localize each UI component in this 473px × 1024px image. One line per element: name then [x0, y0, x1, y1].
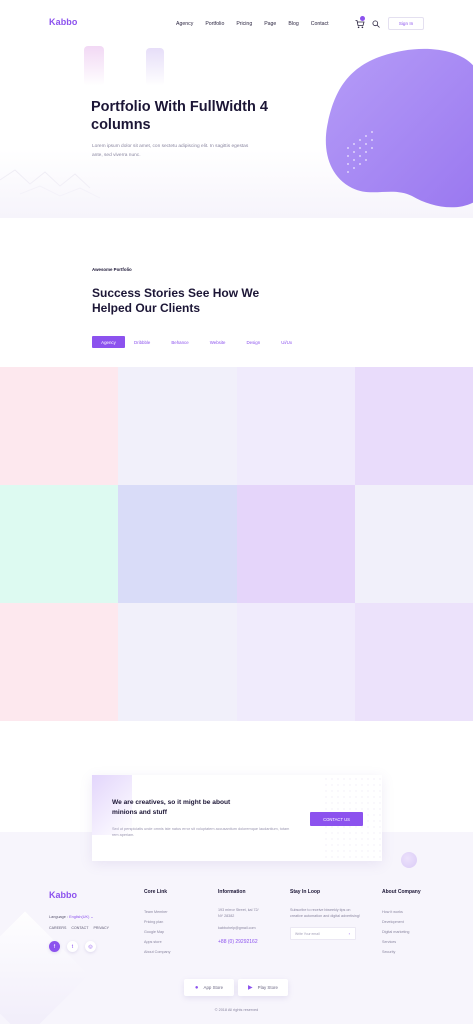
portfolio-item[interactable]	[0, 367, 118, 485]
play-icon: ▶	[248, 985, 253, 991]
filter-agency[interactable]: Agency	[92, 336, 125, 348]
portfolio-grid	[0, 367, 473, 721]
page-title: Portfolio With FullWidth 4 columns	[91, 99, 268, 133]
email-placeholder: Write Your email	[295, 931, 320, 936]
contact-us-button[interactable]: CONTACT US	[310, 812, 363, 826]
filter-uiux[interactable]: Ui/Ux	[272, 336, 301, 348]
filter-website[interactable]: Website	[201, 336, 235, 348]
footer-core-links: Core Link Team Member Pricing plan Googl…	[144, 889, 170, 957]
footer-col-title: About Company	[382, 889, 421, 895]
portfolio-filters: Agency Dribbble Behance Website Design U…	[92, 336, 304, 348]
nav-item-page[interactable]: Page	[264, 20, 276, 28]
cart-badge	[360, 16, 365, 21]
footer-link-item[interactable]: Google Map	[144, 927, 170, 937]
hero-blob-shape	[325, 48, 473, 208]
footer-col-title: Core Link	[144, 889, 168, 895]
cta-description: Sed ut perspiciatis unde omnis iste natu…	[112, 827, 290, 837]
portfolio-item[interactable]	[0, 485, 118, 603]
footer-link-item[interactable]: Security	[382, 947, 421, 957]
play-store-label: Play Store	[257, 985, 278, 990]
play-store-button[interactable]: ▶ Play Store	[238, 979, 288, 996]
site-logo[interactable]: Kabbo	[49, 17, 78, 27]
portfolio-item[interactable]	[118, 485, 237, 603]
app-store-label: App Store	[203, 985, 224, 990]
footer-links: CAREERS CONTACT PRIVACY	[49, 926, 109, 930]
filter-behance[interactable]: Behance	[162, 336, 197, 348]
decor-bar	[146, 48, 164, 86]
hero-description: Lorem ipsum dolor sit amet, con sectetu …	[92, 144, 249, 158]
footer-phone[interactable]: +88 (0) 29292162	[218, 939, 259, 945]
footer-link-item[interactable]: Apps store	[144, 937, 170, 947]
footer-link-item[interactable]: Team Member	[144, 907, 170, 917]
instagram-icon[interactable]: ◎	[85, 941, 96, 952]
footer-link-item[interactable]: About Company	[144, 947, 170, 957]
portfolio-item[interactable]	[237, 485, 355, 603]
filter-design[interactable]: Design	[237, 336, 269, 348]
portfolio-item[interactable]	[118, 603, 237, 721]
nav-item-blog[interactable]: Blog	[288, 20, 298, 28]
app-store-button[interactable]: ● App Store	[184, 979, 234, 996]
hero-section: Kabbo Agency Portfolio Pricing Page Blog…	[0, 0, 473, 218]
portfolio-item[interactable]	[355, 603, 473, 721]
nav-item-pricing[interactable]: Pricing	[236, 20, 252, 28]
footer-link-contact[interactable]: CONTACT	[71, 926, 88, 930]
portfolio-item[interactable]	[355, 485, 473, 603]
footer-logo[interactable]: Kabbo	[49, 890, 77, 900]
facebook-icon[interactable]: f	[49, 941, 60, 952]
language-value[interactable]: English(UK) ⌄	[69, 915, 94, 919]
footer-col-title: Stay In Loop	[290, 889, 320, 895]
newsletter-text: Subscribe to receive biweekly tips on cr…	[290, 908, 360, 918]
footer-link-item[interactable]: Services	[382, 937, 421, 947]
portfolio-item[interactable]	[237, 367, 355, 485]
apple-icon: ●	[194, 984, 199, 991]
copyright: © 2018 All rights reserved	[214, 1008, 259, 1012]
submit-arrow-icon[interactable]: ›	[349, 931, 350, 936]
cta-card: We are creatives, so it might be about m…	[92, 775, 382, 861]
sign-in-button[interactable]: Sign In	[388, 17, 424, 30]
footer-link-item[interactable]: Development	[382, 917, 421, 927]
newsletter-email-input[interactable]: Write Your email ›	[290, 927, 356, 940]
nav-item-agency[interactable]: Agency	[176, 20, 193, 28]
section-eyebrow: Awesome Portfolio	[92, 267, 132, 272]
filter-dribbble[interactable]: Dribbble	[125, 336, 159, 348]
footer-link-privacy[interactable]: PRIVACY	[93, 926, 109, 930]
twitter-icon[interactable]: t	[67, 941, 78, 952]
footer-information: Information 193 mirror Street, kal 72/ N…	[218, 889, 259, 945]
language-selector[interactable]: Language : English(UK) ⌄	[49, 914, 94, 919]
nav-item-contact[interactable]: Contact	[311, 20, 329, 28]
language-label: Language :	[49, 915, 69, 919]
portfolio-item[interactable]	[355, 367, 473, 485]
footer-link-item[interactable]: Pricing plan	[144, 917, 170, 927]
cta-title: We are creatives, so it might be about m…	[112, 799, 231, 816]
footer-address: NY 28382	[218, 914, 235, 918]
footer-col-title: Information	[218, 889, 246, 895]
footer-newsletter: Stay In Loop Subscribe to receive biweek…	[290, 889, 360, 940]
section-title: Success Stories See How We Helped Our Cl…	[92, 286, 260, 315]
footer-about-company: About Company How it works Development D…	[382, 889, 421, 957]
search-icon[interactable]	[372, 20, 380, 28]
portfolio-item[interactable]	[0, 603, 118, 721]
decor-bubble	[401, 852, 417, 868]
main-nav: Agency Portfolio Pricing Page Blog Conta…	[176, 20, 341, 28]
footer-link-item[interactable]: Digital marketing	[382, 927, 421, 937]
footer-email[interactable]: kabbohelp@gmail.com	[218, 925, 259, 931]
footer-link-careers[interactable]: CAREERS	[49, 926, 66, 930]
portfolio-item[interactable]	[237, 603, 355, 721]
footer-link-item[interactable]: How it works	[382, 907, 421, 917]
nav-item-portfolio[interactable]: Portfolio	[205, 20, 224, 28]
portfolio-item[interactable]	[118, 367, 237, 485]
decor-bar	[84, 46, 104, 86]
